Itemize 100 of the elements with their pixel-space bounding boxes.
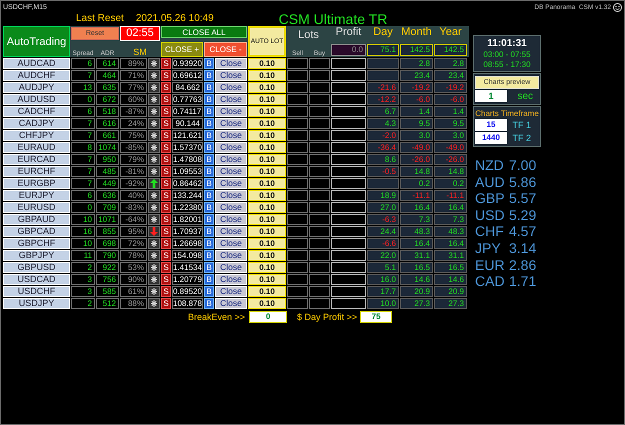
close-button[interactable]: Close	[215, 202, 247, 213]
close-button[interactable]: Close	[215, 70, 247, 81]
close-button[interactable]: Close	[215, 214, 247, 225]
lot-field[interactable]: 0.10	[248, 58, 286, 69]
buy-button[interactable]: B	[204, 106, 214, 117]
buy-button[interactable]: B	[204, 274, 214, 285]
breakeven-field[interactable]: 0	[249, 310, 288, 322]
close-plus-button[interactable]: CLOSE +	[161, 42, 203, 57]
sell-button[interactable]: S	[161, 166, 171, 177]
lot-field[interactable]: 0.10	[248, 154, 286, 165]
pair-button[interactable]: AUDCHF	[3, 70, 70, 81]
lot-field[interactable]: 0.10	[248, 190, 286, 201]
buy-button[interactable]: B	[204, 70, 214, 81]
close-button[interactable]: Close	[215, 82, 247, 93]
close-button[interactable]: Close	[215, 238, 247, 249]
buy-button[interactable]: B	[204, 226, 214, 237]
close-button[interactable]: Close	[215, 190, 247, 201]
lot-field[interactable]: 0.10	[248, 202, 286, 213]
buy-button[interactable]: B	[204, 178, 214, 189]
day-profit-field[interactable]: 75	[360, 310, 392, 322]
close-button[interactable]: Close	[215, 166, 247, 177]
pair-button[interactable]: EURAUD	[3, 142, 70, 153]
buy-button[interactable]: B	[204, 190, 214, 201]
pair-button[interactable]: GBPAUD	[3, 214, 70, 225]
sell-button[interactable]: S	[161, 106, 171, 117]
sell-button[interactable]: S	[161, 118, 171, 129]
buy-button[interactable]: B	[204, 94, 214, 105]
pair-button[interactable]: USDCHF	[3, 286, 70, 297]
lot-field[interactable]: 0.10	[248, 286, 286, 297]
buy-button[interactable]: B	[204, 154, 214, 165]
sell-button[interactable]: S	[161, 70, 171, 81]
lot-field[interactable]: 0.10	[248, 130, 286, 141]
auto-trading-button[interactable]: AutoTrading	[3, 26, 70, 57]
lot-field[interactable]: 0.10	[248, 166, 286, 177]
lot-field[interactable]: 0.10	[248, 298, 286, 309]
sell-button[interactable]: S	[161, 142, 171, 153]
close-button[interactable]: Close	[215, 106, 247, 117]
sell-button[interactable]: S	[161, 226, 171, 237]
buy-button[interactable]: B	[204, 250, 214, 261]
sell-button[interactable]: S	[161, 214, 171, 225]
close-button[interactable]: Close	[215, 142, 247, 153]
pair-button[interactable]: GBPCAD	[3, 226, 70, 237]
lot-field[interactable]: 0.10	[248, 70, 286, 81]
buy-button[interactable]: B	[204, 166, 214, 177]
sell-button[interactable]: S	[161, 202, 171, 213]
pair-button[interactable]: EURCAD	[3, 154, 70, 165]
lot-field[interactable]: 0.10	[248, 178, 286, 189]
sell-button[interactable]: S	[161, 154, 171, 165]
sell-button[interactable]: S	[161, 250, 171, 261]
close-button[interactable]: Close	[215, 130, 247, 141]
pair-button[interactable]: GBPCHF	[3, 238, 70, 249]
buy-button[interactable]: B	[204, 298, 214, 309]
pair-button[interactable]: CHFJPY	[3, 130, 70, 141]
lot-field[interactable]: 0.10	[248, 142, 286, 153]
close-button[interactable]: Close	[215, 286, 247, 297]
close-button[interactable]: Close	[215, 298, 247, 309]
sell-button[interactable]: S	[161, 94, 171, 105]
buy-button[interactable]: B	[204, 262, 214, 273]
close-button[interactable]: Close	[215, 118, 247, 129]
seconds-field[interactable]: 1	[475, 90, 507, 102]
buy-button[interactable]: B	[204, 82, 214, 93]
close-button[interactable]: Close	[215, 274, 247, 285]
pair-button[interactable]: EURUSD	[3, 202, 70, 213]
lot-field[interactable]: 0.10	[248, 118, 286, 129]
close-button[interactable]: Close	[215, 250, 247, 261]
lot-field[interactable]: 0.10	[248, 262, 286, 273]
close-button[interactable]: Close	[215, 178, 247, 189]
sell-button[interactable]: S	[161, 190, 171, 201]
buy-button[interactable]: B	[204, 142, 214, 153]
close-button[interactable]: Close	[215, 58, 247, 69]
lot-field[interactable]: 0.10	[248, 214, 286, 225]
sell-button[interactable]: S	[161, 262, 171, 273]
sell-button[interactable]: S	[161, 130, 171, 141]
buy-button[interactable]: B	[204, 118, 214, 129]
buy-button[interactable]: B	[204, 58, 214, 69]
lot-field[interactable]: 0.10	[248, 238, 286, 249]
lot-field[interactable]: 0.10	[248, 82, 286, 93]
pair-button[interactable]: AUDCAD	[3, 58, 70, 69]
pair-button[interactable]: AUDJPY	[3, 82, 70, 93]
sell-button[interactable]: S	[161, 58, 171, 69]
sell-button[interactable]: S	[161, 238, 171, 249]
lot-field[interactable]: 0.10	[248, 106, 286, 117]
lot-field[interactable]: 0.10	[248, 94, 286, 105]
sell-button[interactable]: S	[161, 178, 171, 189]
pair-button[interactable]: USDCAD	[3, 274, 70, 285]
pair-button[interactable]: EURCHF	[3, 166, 70, 177]
close-all-button[interactable]: CLOSE ALL	[161, 26, 247, 38]
pair-button[interactable]: EURJPY	[3, 190, 70, 201]
sell-button[interactable]: S	[161, 274, 171, 285]
pair-button[interactable]: GBPJPY	[3, 250, 70, 261]
close-minus-button[interactable]: CLOSE -	[204, 42, 247, 57]
sell-button[interactable]: S	[161, 286, 171, 297]
lot-field[interactable]: 0.10	[248, 226, 286, 237]
buy-button[interactable]: B	[204, 130, 214, 141]
buy-button[interactable]: B	[204, 214, 214, 225]
close-button[interactable]: Close	[215, 94, 247, 105]
close-button[interactable]: Close	[215, 262, 247, 273]
sell-button[interactable]: S	[161, 82, 171, 93]
close-button[interactable]: Close	[215, 154, 247, 165]
buy-button[interactable]: B	[204, 286, 214, 297]
